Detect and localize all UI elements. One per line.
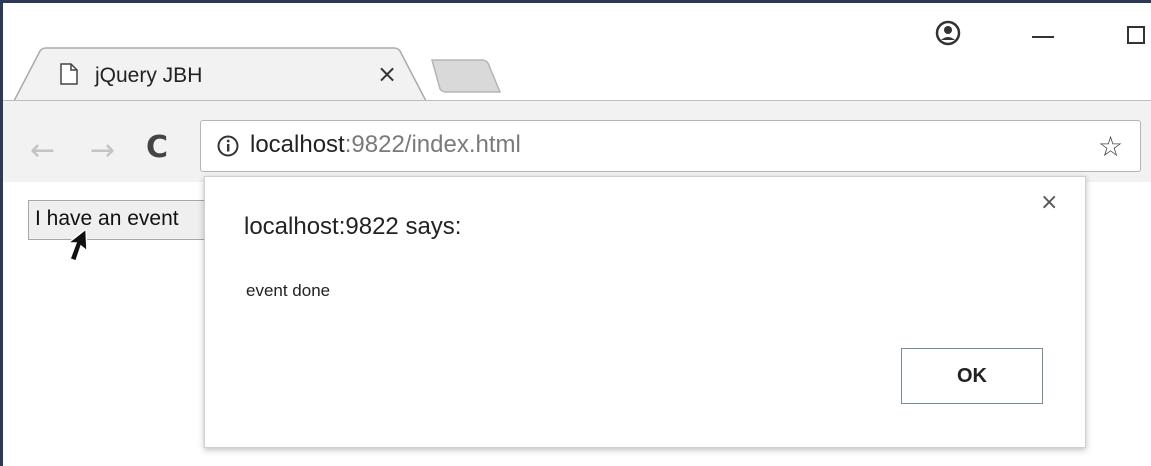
reload-icon[interactable]: C: [146, 130, 168, 165]
dialog-close-icon[interactable]: ×: [1040, 190, 1058, 215]
mouse-cursor-icon: [65, 227, 88, 262]
maximize-icon[interactable]: [1127, 26, 1145, 44]
url-host: localhost: [250, 131, 345, 158]
tab-title: jQuery JBH: [95, 64, 203, 87]
tab-close-icon[interactable]: ×: [377, 60, 397, 88]
info-icon[interactable]: [217, 135, 239, 157]
profile-icon[interactable]: [935, 20, 961, 46]
forward-arrow-icon[interactable]: →: [90, 133, 115, 168]
minimize-icon[interactable]: [1032, 36, 1054, 38]
browser-window: jQuery JBH × ← → C localhost:9822/index.…: [0, 0, 1151, 466]
page-icon: [60, 63, 78, 85]
back-arrow-icon[interactable]: ←: [30, 133, 55, 168]
dialog-message: event done: [246, 281, 331, 300]
url-text[interactable]: localhost:9822/index.html: [250, 131, 521, 159]
url-path: :9822/index.html: [344, 131, 521, 158]
dialog-title: localhost:9822 says:: [244, 213, 462, 240]
new-tab-button[interactable]: [430, 58, 502, 94]
ok-button[interactable]: OK: [901, 348, 1043, 404]
bookmark-star-icon[interactable]: ☆: [1098, 130, 1123, 163]
